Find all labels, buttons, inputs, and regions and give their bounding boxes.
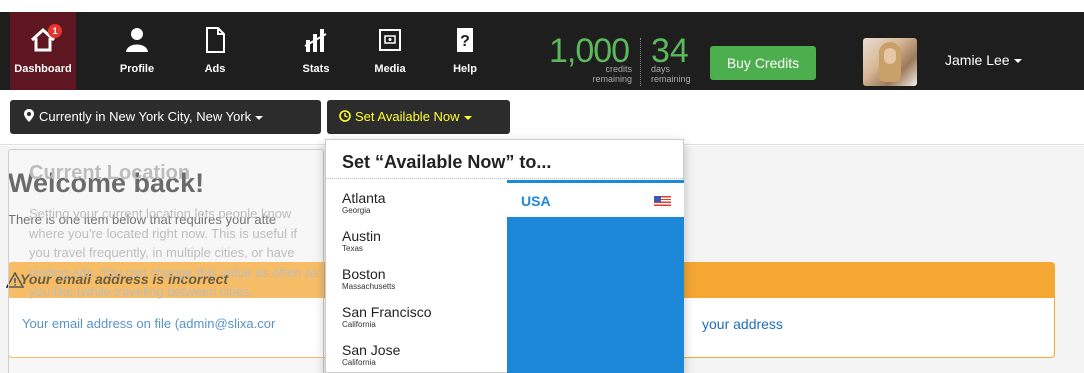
update-address-link[interactable]: your address — [702, 316, 783, 332]
top-navbar: 1 Dashboard Profile Ads Stats Media ? He… — [0, 12, 1084, 90]
city-item-san-francisco[interactable]: San Francisco California — [342, 304, 432, 330]
city-state: Texas — [342, 244, 363, 253]
user-icon — [104, 26, 170, 56]
buy-credits-button[interactable]: Buy Credits — [710, 46, 816, 80]
nav-media[interactable]: Media — [357, 12, 423, 90]
city-item-austin[interactable]: Austin Texas — [342, 228, 381, 254]
avatar[interactable] — [863, 38, 917, 86]
svg-text:?: ? — [460, 33, 470, 50]
document-icon — [182, 26, 248, 56]
nav-dashboard[interactable]: 1 Dashboard — [10, 12, 76, 90]
user-name: Jamie Lee — [945, 52, 1010, 68]
country-item-usa[interactable]: USA — [507, 180, 684, 217]
nav-help-label: Help — [453, 63, 477, 75]
city-name: San Francisco — [342, 304, 432, 320]
current-location-help-text: Setting your current location lets peopl… — [29, 206, 319, 299]
nav-dashboard-label: Dashboard — [14, 63, 72, 75]
city-name: Atlanta — [342, 190, 386, 206]
current-location-help-panel: Current Location Setting your current lo… — [8, 149, 324, 373]
current-location-button[interactable]: Currently in New York City, New York — [10, 100, 321, 134]
nav-ads-label: Ads — [204, 63, 226, 75]
city-item-boston[interactable]: Boston Massachusetts — [342, 266, 396, 292]
country-label: USA — [521, 193, 551, 209]
nav-profile-label: Profile — [119, 63, 155, 75]
nav-stats[interactable]: Stats — [283, 12, 349, 90]
map-pin-icon — [24, 109, 34, 122]
chevron-down-icon — [1013, 59, 1022, 64]
country-panel: USA — [507, 180, 684, 373]
set-available-now-label: Set Available Now — [355, 109, 460, 124]
city-state: California — [342, 320, 376, 329]
nav-help[interactable]: ? Help — [432, 12, 498, 90]
chevron-down-icon — [463, 115, 472, 120]
notification-badge: 1 — [48, 24, 62, 38]
city-state: Georgia — [342, 206, 371, 215]
nav-ads[interactable]: Ads — [182, 12, 248, 90]
set-available-now-button[interactable]: Set Available Now — [327, 100, 510, 134]
dropdown-divider — [326, 178, 683, 179]
nav-media-label: Media — [374, 63, 406, 75]
city-state: California — [342, 358, 376, 367]
city-name: Boston — [342, 266, 386, 282]
city-item-san-jose[interactable]: San Jose California — [342, 342, 401, 368]
city-item-atlanta[interactable]: Atlanta Georgia — [342, 190, 386, 216]
media-icon — [357, 26, 423, 56]
city-name: San Jose — [342, 342, 401, 358]
user-menu[interactable]: Jamie Lee — [945, 52, 1022, 68]
credits-divider — [640, 38, 641, 86]
chevron-down-icon — [255, 115, 264, 120]
credits-caption: credits remaining — [592, 64, 632, 84]
city-name: Austin — [342, 228, 381, 244]
city-state: Massachusetts — [342, 282, 396, 291]
available-now-dropdown: Set “Available Now” to... Atlanta Georgi… — [325, 139, 684, 373]
us-flag-icon — [654, 196, 671, 206]
clock-icon — [339, 110, 351, 122]
home-icon — [10, 26, 76, 56]
dropdown-title: Set “Available Now” to... — [342, 152, 552, 172]
current-location-help-title: Current Location — [29, 162, 191, 184]
days-caption: days remaining — [651, 64, 691, 84]
current-location-label: Currently in New York City, New York — [39, 109, 252, 124]
nav-stats-label: Stats — [302, 63, 330, 75]
location-bar: Currently in New York City, New York Set… — [0, 90, 1084, 145]
nav-profile[interactable]: Profile — [104, 12, 170, 90]
stats-icon — [283, 26, 349, 56]
help-icon: ? — [432, 26, 498, 56]
page: 1 Dashboard Profile Ads Stats Media ? He… — [0, 0, 1084, 373]
avatar-face — [884, 48, 896, 64]
